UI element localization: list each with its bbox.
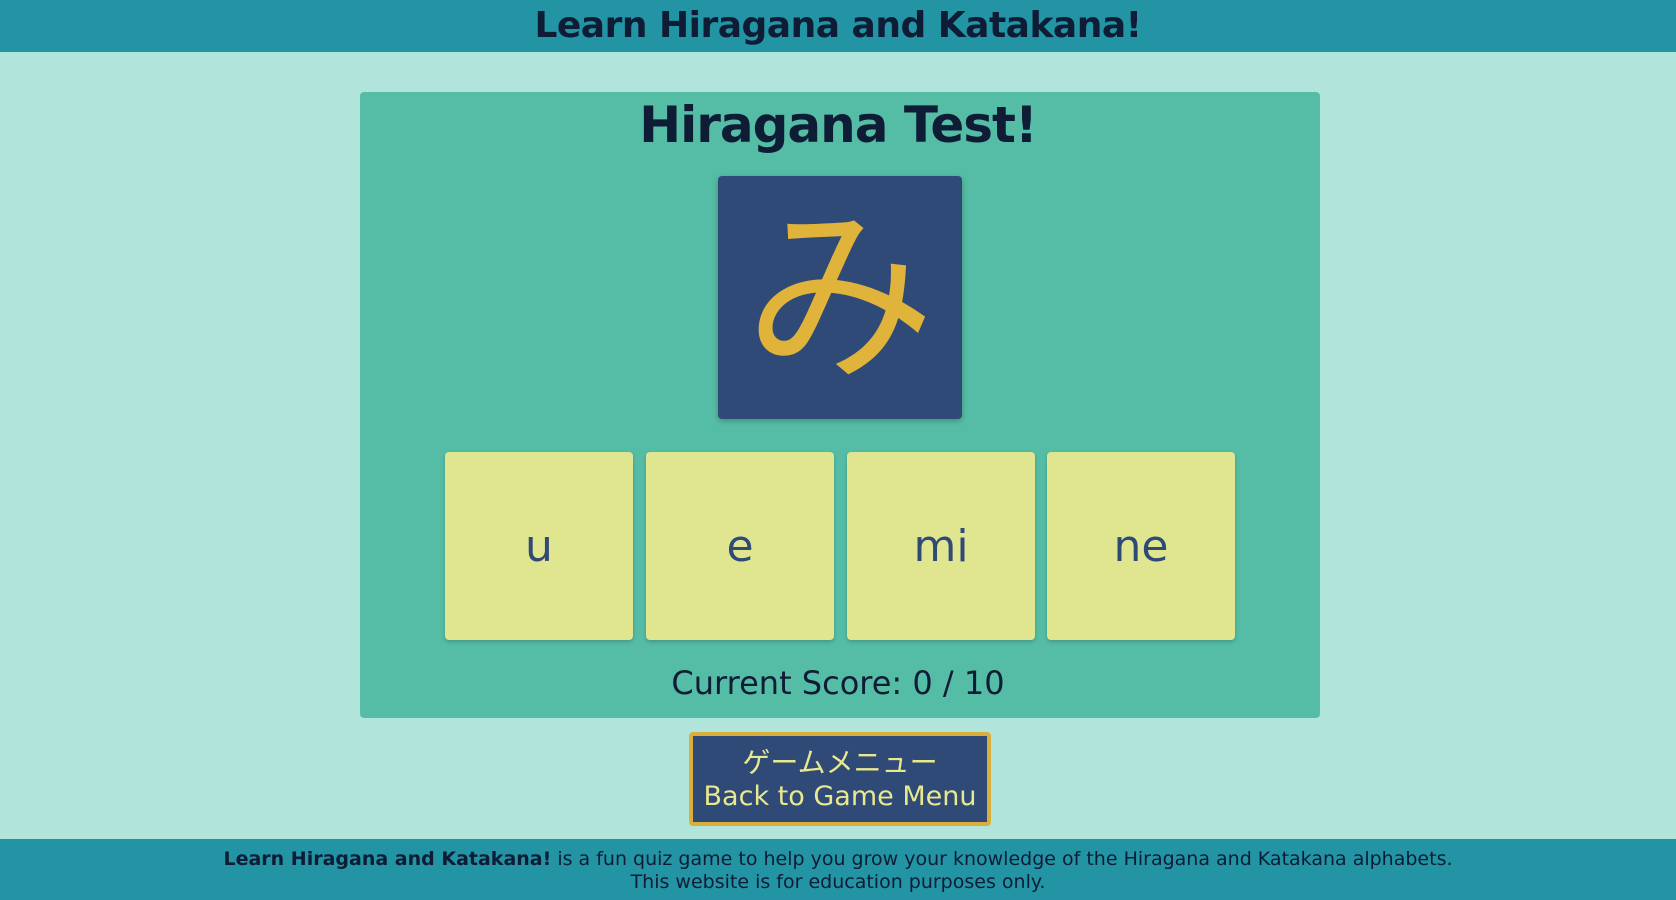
- site-footer: Learn Hiragana and Katakana! is a fun qu…: [0, 839, 1676, 900]
- score-total: 10: [963, 664, 1005, 702]
- score-label: Current Score:: [671, 664, 903, 702]
- footer-tagline: is a fun quiz game to help you grow your…: [551, 848, 1453, 870]
- quiz-title: Hiragana Test!: [639, 96, 1038, 154]
- footer-disclaimer: This website is for education purposes o…: [630, 871, 1046, 893]
- score-separator: /: [942, 664, 954, 702]
- answer-choice-e[interactable]: e: [646, 452, 834, 640]
- kana-card: み: [718, 176, 962, 419]
- answer-choice-ne[interactable]: ne: [1047, 452, 1235, 640]
- back-to-game-menu-button[interactable]: ゲームメニュー Back to Game Menu: [689, 732, 991, 826]
- site-header: Learn Hiragana and Katakana!: [0, 0, 1676, 52]
- footer-description: Learn Hiragana and Katakana! is a fun qu…: [0, 848, 1676, 871]
- current-score: Current Score: 0 / 10: [0, 664, 1676, 702]
- menu-button-label-en: Back to Game Menu: [703, 780, 977, 812]
- answer-choice-u[interactable]: u: [445, 452, 633, 640]
- score-current: 0: [912, 664, 933, 702]
- menu-button-label-jp: ゲームメニュー: [742, 745, 938, 779]
- site-title: Learn Hiragana and Katakana!: [534, 5, 1142, 46]
- answer-choice-mi[interactable]: mi: [847, 452, 1035, 640]
- kana-character: み: [744, 186, 935, 408]
- footer-brand: Learn Hiragana and Katakana!: [223, 848, 552, 870]
